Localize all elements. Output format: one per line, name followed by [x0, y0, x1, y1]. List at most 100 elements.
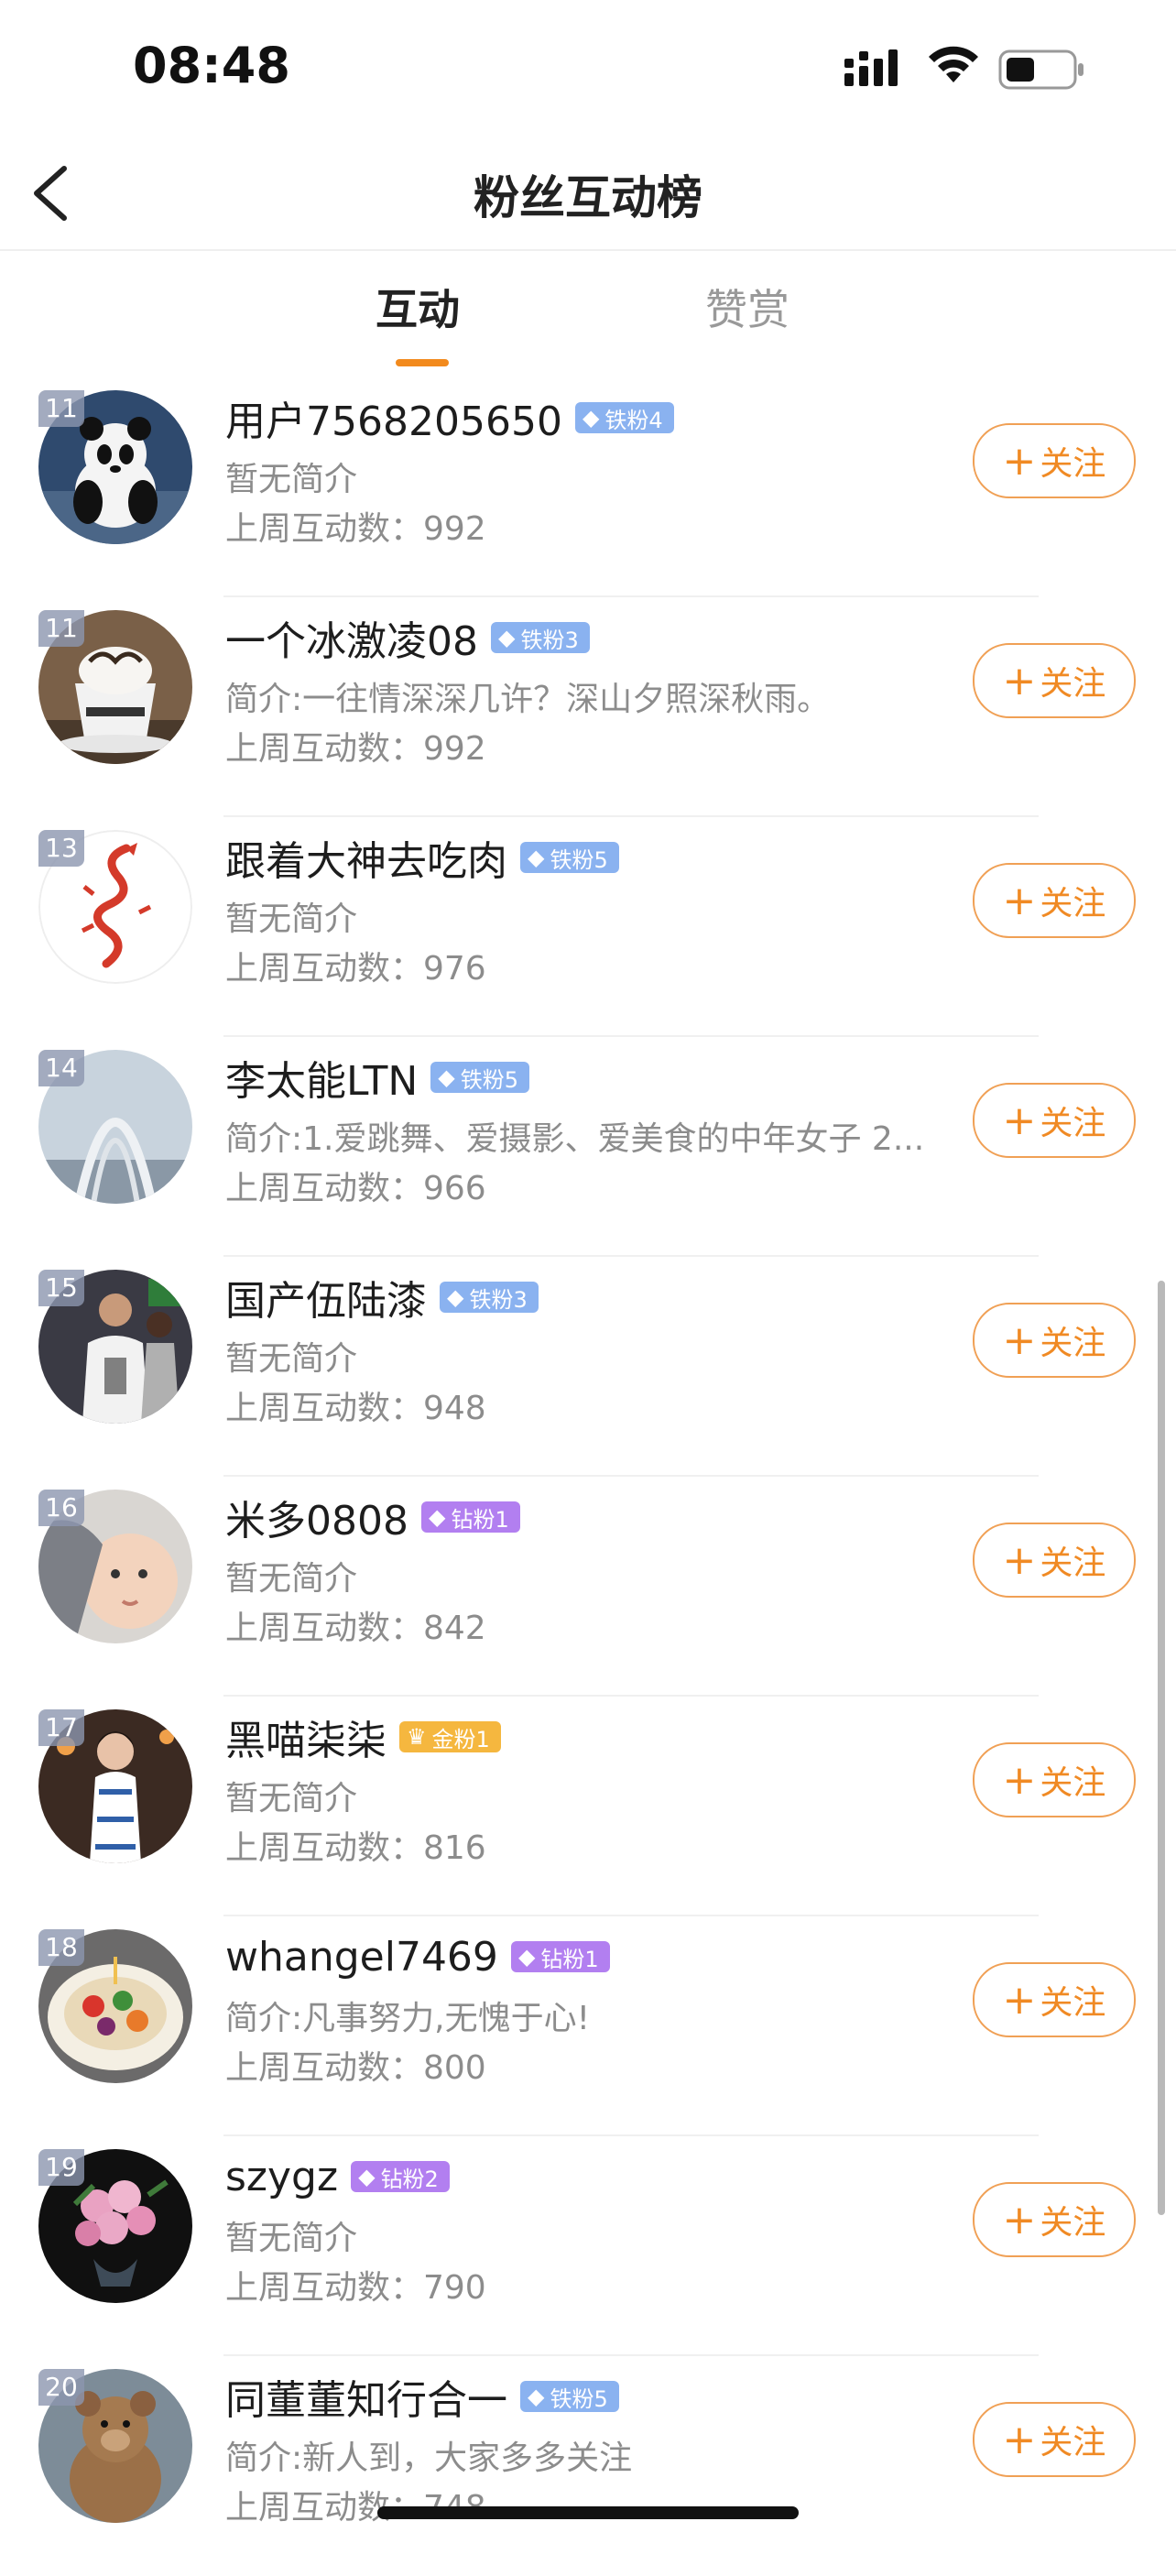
follow-button[interactable]: + 关注 — [973, 1962, 1136, 2037]
home-indicator[interactable] — [377, 2506, 799, 2519]
list-item[interactable]: 17 黑喵柒柒 ♛ 金粉1 暂无简介 上周互动数：816 + 关注 — [0, 1697, 1176, 1916]
fan-level-badge: ◆ 钻粉2 — [351, 2161, 450, 2192]
list-item[interactable]: 20 同董董知行合一 ◆ 铁粉5 简介:新人到，大家多多关注 上周互动数：748 … — [0, 2356, 1176, 2576]
fan-list: 11 用户7568205650 ◆ 铁粉4 暂无简介 上周互动数：992 + 关注 … — [0, 377, 1176, 2576]
badge-label: 铁粉4 — [604, 407, 663, 433]
follow-button[interactable]: + 关注 — [973, 2402, 1136, 2477]
page-title: 粉丝互动榜 — [474, 171, 702, 224]
fan-bio: 简介:凡事努力,无愧于心! — [225, 2000, 591, 2037]
fan-level-badge: ◆ 钻粉1 — [510, 1941, 610, 1972]
nav-bar: 粉丝互动榜 — [0, 137, 1176, 251]
fan-bio: 简介:新人到，大家多多关注 — [225, 2440, 633, 2477]
diamond-icon: ◆ — [582, 405, 600, 431]
fan-bio: 暂无简介 — [225, 1340, 358, 1378]
plus-icon: + — [1002, 437, 1037, 485]
diamond-icon: ◆ — [447, 1284, 464, 1310]
fan-name[interactable]: whangel7469 — [225, 1934, 498, 1981]
follow-label: 关注 — [1040, 1764, 1106, 1802]
rank-badge: 19 — [38, 2149, 84, 2186]
follow-button[interactable]: + 关注 — [973, 1742, 1136, 1817]
follow-label: 关注 — [1040, 665, 1106, 703]
list-item[interactable]: 16 米多0808 ◆ 钻粉1 暂无简介 上周互动数：842 + 关注 — [0, 1477, 1176, 1697]
follow-label: 关注 — [1040, 885, 1106, 922]
follow-label: 关注 — [1040, 445, 1106, 483]
badge-label: 钻粉2 — [380, 2166, 439, 2192]
plus-icon: + — [1002, 2196, 1037, 2243]
weekly-interaction-count: 上周互动数：800 — [225, 2049, 486, 2087]
fan-level-badge: ◆ 钻粉1 — [420, 1501, 520, 1533]
badge-label: 钻粉1 — [540, 1946, 599, 1972]
follow-button[interactable]: + 关注 — [973, 1083, 1136, 1158]
fan-level-badge: ◆ 铁粉5 — [430, 1062, 529, 1093]
fan-level-badge: ♛ 金粉1 — [399, 1721, 501, 1752]
diamond-icon: ◆ — [528, 845, 545, 870]
follow-button[interactable]: + 关注 — [973, 863, 1136, 938]
tab-interaction[interactable]: 互动 — [376, 277, 460, 337]
list-item[interactable]: 11 一个冰激凌08 ◆ 铁粉3 简介:一往情深深几许？深山夕照深秋雨。 上周互动… — [0, 597, 1176, 817]
follow-button[interactable]: + 关注 — [973, 1303, 1136, 1378]
gem-icon: ◆ — [428, 1504, 446, 1530]
wifi-icon — [929, 46, 978, 82]
weekly-interaction-count: 上周互动数：842 — [225, 1610, 486, 1647]
tab-reward[interactable]: 赞赏 — [705, 277, 789, 337]
fan-bio: 暂无简介 — [225, 901, 358, 938]
fan-name[interactable]: 用户7568205650 — [225, 388, 562, 447]
rank-badge: 11 — [38, 390, 84, 427]
fan-name[interactable]: 一个冰激凌08 — [225, 608, 478, 667]
fan-bio: 简介:1.爱跳舞、爱摄影、爱美食的中年女子 2.... — [225, 1120, 921, 1158]
crown-icon: ♛ — [407, 1724, 427, 1750]
rank-badge: 20 — [38, 2369, 84, 2406]
follow-button[interactable]: + 关注 — [973, 1523, 1136, 1598]
diamond-icon: ◆ — [528, 2384, 545, 2409]
follow-label: 关注 — [1040, 1545, 1106, 1582]
fan-name[interactable]: 同董董知行合一 — [225, 2367, 507, 2426]
badge-label: 铁粉3 — [469, 1286, 528, 1313]
tab-active-indicator — [396, 359, 449, 366]
weekly-interaction-count: 上周互动数：976 — [225, 950, 486, 988]
follow-button[interactable]: + 关注 — [973, 2182, 1136, 2257]
fan-bio: 暂无简介 — [225, 461, 358, 498]
list-item[interactable]: 14 李太能LTN ◆ 铁粉5 简介:1.爱跳舞、爱摄影、爱美食的中年女子 2..… — [0, 1037, 1176, 1257]
scrollbar[interactable] — [1158, 1281, 1165, 2215]
status-bar: 08:48 — [0, 0, 1176, 137]
rank-badge: 15 — [38, 1270, 84, 1306]
diamond-icon: ◆ — [498, 625, 516, 650]
weekly-interaction-count: 上周互动数：992 — [225, 730, 486, 768]
follow-button[interactable]: + 关注 — [973, 643, 1136, 718]
plus-icon: + — [1002, 1097, 1037, 1144]
badge-label: 金粉1 — [431, 1726, 490, 1752]
fan-bio: 暂无简介 — [225, 1780, 358, 1817]
list-item[interactable]: 18 whangel7469 ◆ 钻粉1 简介:凡事努力,无愧于心! 上周互动数：… — [0, 1916, 1176, 2136]
status-time: 08:48 — [133, 37, 290, 94]
list-item[interactable]: 15 国产伍陆漆 ◆ 铁粉3 暂无简介 上周互动数：948 + 关注 — [0, 1257, 1176, 1477]
gem-icon: ◆ — [517, 1944, 536, 1970]
fan-name[interactable]: 国产伍陆漆 — [225, 1268, 427, 1326]
follow-button[interactable]: + 关注 — [973, 423, 1136, 498]
badge-label: 钻粉1 — [451, 1506, 509, 1533]
list-item[interactable]: 11 用户7568205650 ◆ 铁粉4 暂无简介 上周互动数：992 + 关注 — [0, 377, 1176, 597]
follow-label: 关注 — [1040, 2424, 1106, 2461]
badge-label: 铁粉5 — [550, 2385, 608, 2412]
fan-name[interactable]: 黑喵柒柒 — [225, 1708, 387, 1766]
fan-name[interactable]: 米多0808 — [225, 1488, 408, 1546]
list-item[interactable]: 19 szygz ◆ 钻粉2 暂无简介 上周互动数：790 + 关注 — [0, 2136, 1176, 2356]
badge-label: 铁粉5 — [550, 846, 608, 873]
follow-label: 关注 — [1040, 1105, 1106, 1142]
fan-name[interactable]: 跟着大神去吃肉 — [225, 828, 507, 887]
list-item[interactable]: 13 跟着大神去吃肉 ◆ 铁粉5 暂无简介 上周互动数：976 + 关注 — [0, 817, 1176, 1037]
plus-icon: + — [1002, 1976, 1037, 2024]
weekly-interaction-count: 上周互动数：948 — [225, 1390, 486, 1427]
rank-badge: 11 — [38, 610, 84, 647]
fan-name[interactable]: szygz — [225, 2154, 338, 2200]
fan-level-badge: ◆ 铁粉3 — [440, 1282, 539, 1313]
plus-icon: + — [1002, 877, 1037, 924]
cellular-signal-icon — [844, 49, 898, 86]
badge-label: 铁粉3 — [520, 627, 579, 653]
plus-icon: + — [1002, 1756, 1037, 1804]
fan-level-badge: ◆ 铁粉3 — [491, 622, 590, 653]
fan-level-badge: ◆ 铁粉5 — [520, 2381, 619, 2412]
badge-label: 铁粉5 — [460, 1066, 518, 1093]
fan-name[interactable]: 李太能LTN — [225, 1048, 418, 1107]
weekly-interaction-count: 上周互动数：966 — [225, 1170, 486, 1207]
fan-bio: 暂无简介 — [225, 1560, 358, 1598]
